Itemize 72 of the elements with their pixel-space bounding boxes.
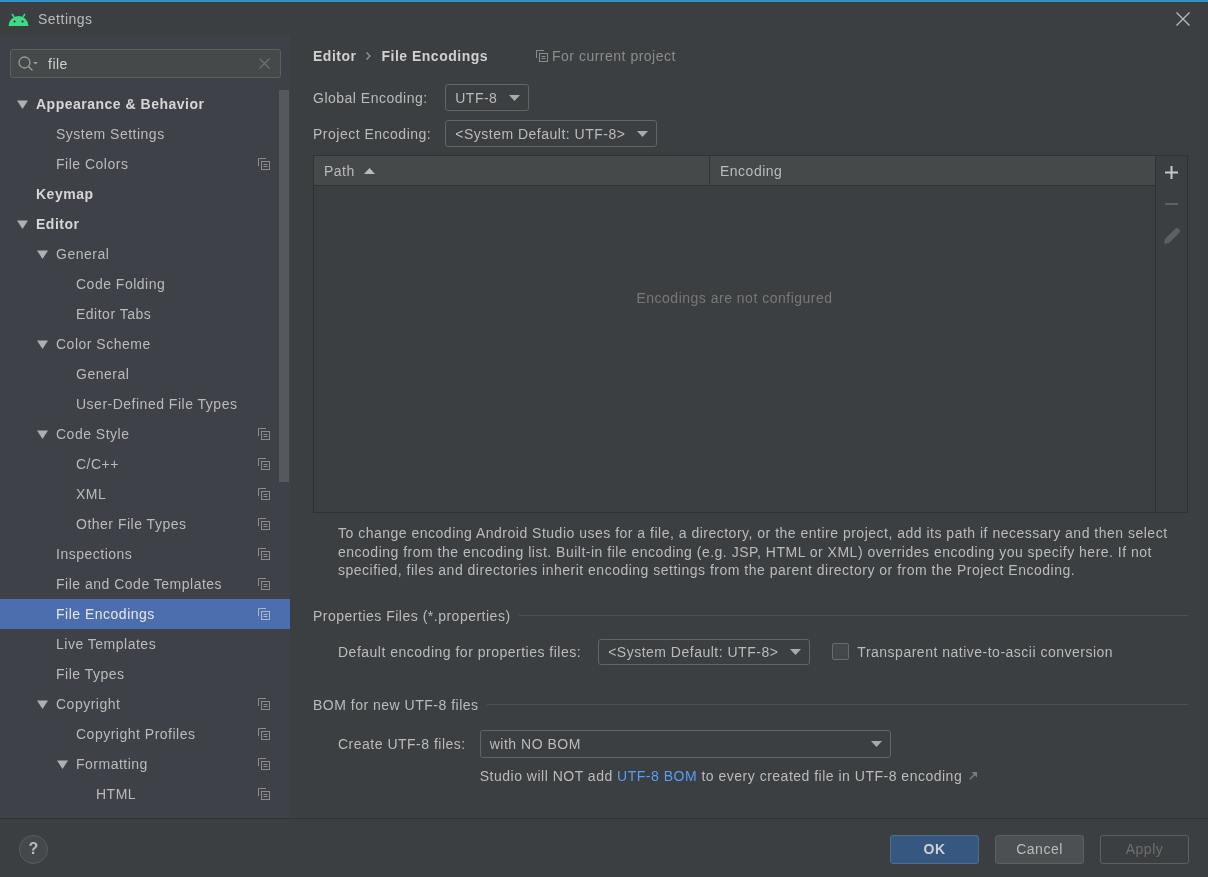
tree-item[interactable]: General [0,359,290,389]
tree-item[interactable]: File Colors [0,149,290,179]
scrollbar[interactable] [279,90,289,482]
dialog-button[interactable]: Cancel [995,834,1084,864]
tree-item[interactable]: System Settings [0,119,290,149]
tree-item[interactable]: Editor [0,209,290,239]
checkbox-label[interactable]: Transparent native-to-ascii conversion [857,643,1114,660]
plus-icon [1165,165,1178,179]
minus-icon [1165,203,1178,205]
close-icon [1176,12,1190,26]
search-field[interactable]: file [10,49,281,78]
disclosure-triangle-icon[interactable] [37,338,48,350]
tree-item[interactable]: File Types [0,659,290,689]
caret-icon [790,648,802,655]
section-title: BOM for new UTF-8 files [313,696,479,713]
tree-item[interactable]: General [0,239,290,269]
tree-item[interactable]: Copyright [0,689,290,719]
tree-item[interactable]: Editor Tabs [0,299,290,329]
column-header[interactable]: Encoding [710,156,1155,185]
breadcrumb-item: File Encodings [381,48,489,64]
help-button[interactable]: ? [19,834,48,864]
caret-icon [870,740,882,747]
field-label: Create UTF-8 files: [338,735,466,752]
robot-head-icon [8,12,29,26]
bom-dropdown[interactable]: with NO BOM [479,729,891,758]
tree-item[interactable]: XML [0,479,290,509]
tree-item[interactable]: User-Defined File Types [0,389,290,419]
close-button[interactable] [1176,12,1190,26]
section-title: Properties Files (*.properties) [313,607,511,624]
bom-hint-text: Studio will NOT add UTF-8 BOM to every created file in UTF-8 encoding [479,767,963,784]
empty-table-message: Encodings are not configured [636,290,833,306]
caret-icon [637,130,649,137]
copy-icon [536,50,549,62]
disclosure-triangle-icon[interactable] [57,758,68,770]
encoding-dropdown[interactable]: <System Default: UTF-8> [445,120,658,147]
tree-item[interactable]: Appearance & Behavior [0,89,290,119]
field-label: Project Encoding: [313,125,432,142]
chevron-icon [366,52,372,60]
breadcrumb-item: Editor [313,48,357,64]
scope-note: For current project [552,48,676,64]
tree-item[interactable]: Color Scheme [0,329,290,359]
tree-item[interactable]: Live Templates [0,629,290,659]
search-icon [18,55,38,72]
pencil-icon [1163,228,1180,244]
tree-item[interactable]: Copyright Profiles [0,719,290,749]
column-header[interactable]: Path [314,156,710,185]
tree-item[interactable]: File Encodings [0,599,290,629]
disclosure-triangle-icon[interactable] [37,248,48,260]
tree-item[interactable]: File and Code Templates [0,569,290,599]
field-label: Default encoding for properties files: [338,643,582,660]
caret-icon [509,94,521,101]
window-title: Settings [38,11,93,27]
encoding-dropdown[interactable]: <System Default: UTF-8> [598,638,811,665]
tree-item[interactable]: Other File Types [0,509,290,539]
field-label: Global Encoding: [313,89,429,106]
tree-item[interactable]: Formatting [0,749,290,779]
disclosure-triangle-icon[interactable] [37,698,48,710]
tree-item[interactable]: Code Style [0,419,290,449]
dialog-button[interactable]: OK [890,834,979,864]
link[interactable]: UTF-8 BOM [617,767,698,784]
tree-item[interactable]: Code Folding [0,269,290,299]
disclosure-triangle-icon[interactable] [17,98,28,110]
encoding-dropdown[interactable]: UTF-8 [445,84,530,111]
disclosure-triangle-icon[interactable] [17,218,28,230]
checkbox[interactable] [832,643,850,660]
tree-item[interactable]: Keymap [0,179,290,209]
description-text: To change encoding Android Studio uses for a file, a directory, or the entire project, add its path if necessary and then select encoding from the encoding list. Built-in file encoding (e.g. JSP, HTML or XML) overrides encoding you specify here. If not specified, files and directories inherit encoding settings from the parent directory or from the Project Encoding. [337,524,1169,580]
tree-item[interactable]: C/C++ [0,449,290,479]
disclosure-triangle-icon[interactable] [37,428,48,440]
tree-item[interactable]: HTML [0,779,290,809]
tree-item[interactable]: Inspections [0,539,290,569]
diagonal-arrow-icon[interactable] [969,771,978,780]
